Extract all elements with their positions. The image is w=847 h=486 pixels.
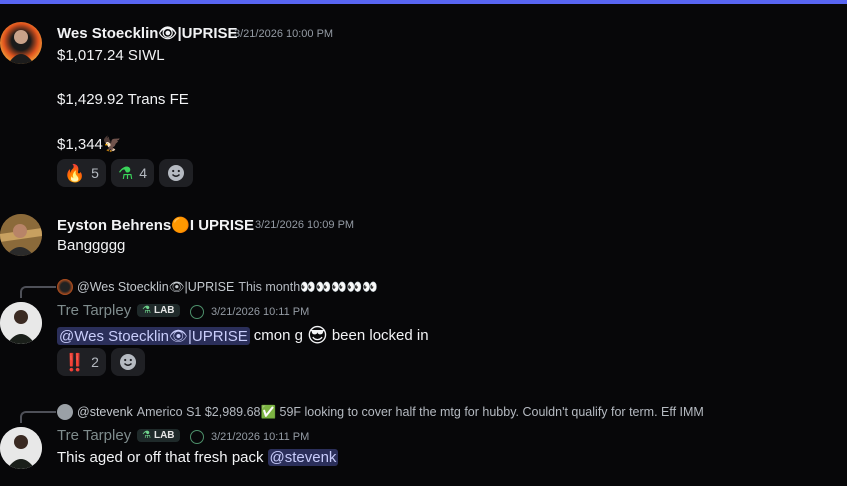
author-name[interactable]: Tre Tarpley <box>57 302 131 319</box>
message-text: been locked in <box>331 327 429 344</box>
reaction-count: 2 <box>91 354 99 370</box>
top-accent-bar <box>0 0 847 4</box>
sunglasses-emoji-icon: 😎 <box>306 325 328 347</box>
author-name[interactable]: Tre Tarpley <box>57 427 131 444</box>
badge-icon <box>190 430 204 444</box>
author-name[interactable]: Eyston Behrens🟠I UPRISE <box>57 216 254 234</box>
timestamp: 3/21/2026 10:11 PM <box>211 306 310 318</box>
role-tag[interactable]: ⚗ LAB <box>137 304 180 317</box>
fire-icon: 🔥 <box>64 163 86 183</box>
message-line: $1,429.92 Trans FE <box>57 91 189 108</box>
reaction-double-exclamation[interactable]: ‼️ 2 <box>57 348 106 376</box>
message-line: $1,017.24 SIWL <box>57 47 165 64</box>
reply-preview[interactable]: @stevenk Americo S1 $2,989.68✅ 59F looki… <box>57 404 704 420</box>
avatar[interactable] <box>0 427 42 469</box>
reactions-bar: ‼️ 2 <box>57 348 145 376</box>
smiley-icon <box>168 165 185 181</box>
flask-icon: ⚗ <box>142 305 151 316</box>
user-mention[interactable]: @Wes Stoecklin👁|UPRISE <box>57 326 250 345</box>
user-mention[interactable]: @stevenk <box>267 449 339 466</box>
role-tag[interactable]: ⚗ LAB <box>137 429 180 442</box>
message-text: cmon g <box>253 327 303 344</box>
reply-author[interactable]: @Wes Stoecklin👁|UPRISE <box>77 280 234 295</box>
message-content: @Wes Stoecklin👁|UPRISE cmon g 😎 been loc… <box>57 323 429 348</box>
add-reaction-button[interactable] <box>110 348 145 376</box>
reaction-fire[interactable]: 🔥 5 <box>57 159 106 187</box>
avatar[interactable] <box>0 214 42 256</box>
reaction-count: 4 <box>139 165 148 181</box>
message-line: Banggggg <box>57 237 126 254</box>
reactions-bar: 🔥 5 ⚗ 4 <box>57 159 194 187</box>
reply-text: This month👀👀👀👀👀 <box>238 279 378 294</box>
avatar[interactable] <box>0 22 42 64</box>
add-reaction-button[interactable] <box>159 159 194 187</box>
avatar[interactable] <box>0 302 42 344</box>
badge-icon <box>190 305 204 319</box>
timestamp: 3/21/2026 10:09 PM <box>255 219 355 231</box>
message-content: This aged or off that fresh pack @steven… <box>57 449 339 466</box>
reply-connector <box>20 411 56 423</box>
reaction-flask[interactable]: ⚗ 4 <box>110 159 155 187</box>
reply-preview[interactable]: @Wes Stoecklin👁|UPRISE This month👀👀👀👀👀 <box>57 279 378 295</box>
timestamp: 3/21/2026 10:11 PM <box>211 431 310 443</box>
flask-icon: ⚗ <box>117 163 134 183</box>
reply-connector <box>20 286 56 298</box>
timestamp: 3/21/2026 10:00 PM <box>234 28 334 40</box>
smiley-icon <box>119 354 136 370</box>
double-exclamation-icon: ‼️ <box>64 352 86 372</box>
reply-avatar <box>57 404 73 420</box>
reply-author[interactable]: @stevenk <box>77 405 133 419</box>
reply-text: Americo S1 $2,989.68✅ 59F looking to cov… <box>136 404 704 419</box>
message-text: This aged or off that fresh pack <box>57 449 264 466</box>
flask-icon: ⚗ <box>142 430 151 441</box>
author-name[interactable]: Wes Stoecklin👁|UPRISE <box>57 24 238 42</box>
reply-avatar <box>57 279 73 295</box>
reaction-count: 5 <box>91 165 99 181</box>
message-line: $1,344🦅 <box>57 136 122 153</box>
